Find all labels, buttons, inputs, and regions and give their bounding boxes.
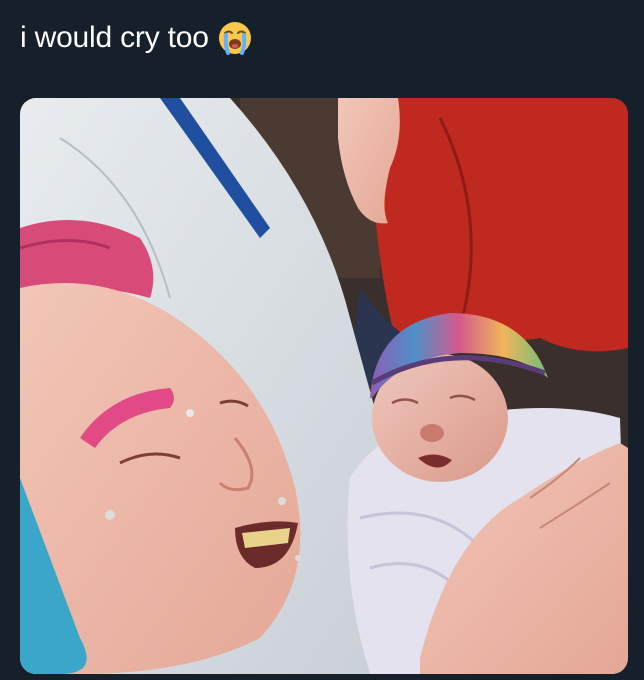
loudly-crying-face-icon: [217, 20, 253, 56]
post-photo[interactable]: [20, 98, 628, 674]
caption-text: i would cry too: [20, 21, 209, 54]
tweet-post: i would cry too: [0, 0, 644, 680]
hospital-photo-illustration: [20, 98, 628, 674]
tweet-caption: i would cry too: [20, 18, 253, 58]
